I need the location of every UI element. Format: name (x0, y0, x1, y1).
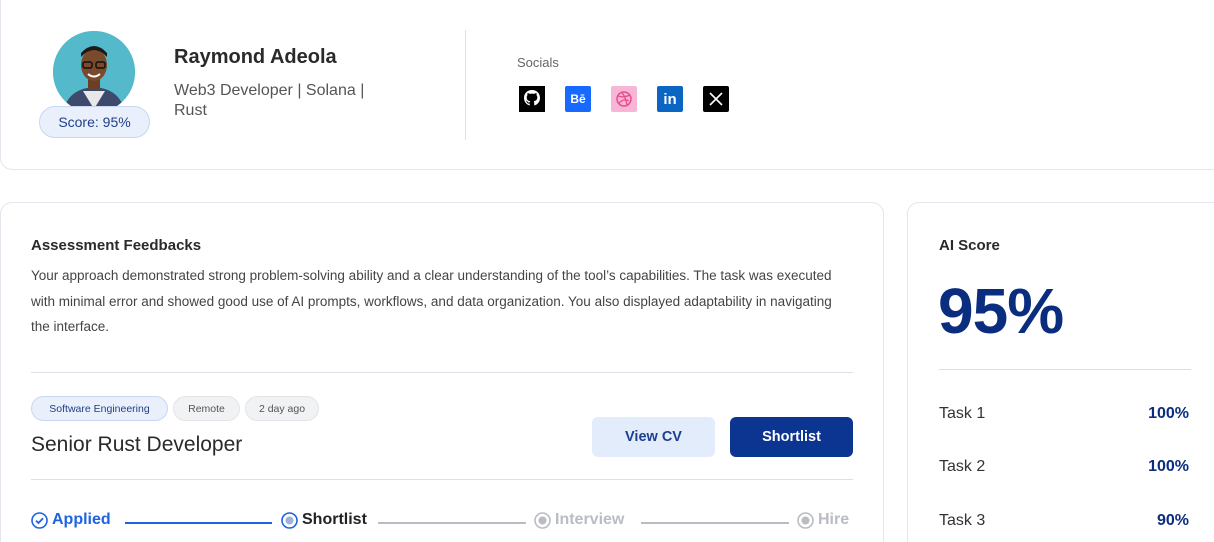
step-shortlist[interactable]: Shortlist (281, 511, 367, 529)
github-icon[interactable] (519, 86, 545, 112)
socials-label: Socials (517, 55, 559, 70)
step-interview[interactable]: Interview (534, 511, 624, 529)
linkedin-glyph: in (663, 90, 677, 108)
divider (31, 479, 853, 480)
current-step-icon (281, 511, 298, 529)
task-score: 90% (1156, 512, 1189, 529)
view-cv-button[interactable]: View CV (592, 417, 715, 457)
step-label: Shortlist (302, 511, 367, 528)
dribbble-icon[interactable] (611, 86, 637, 112)
step-hire[interactable]: Hire (797, 511, 849, 529)
profile-divider (465, 30, 466, 140)
pending-step-icon (534, 511, 551, 529)
job-title: Senior Rust Developer (31, 433, 243, 456)
assessment-feedback: Your approach demonstrated strong proble… (31, 268, 832, 334)
ai-score-value: 95% (938, 275, 1064, 347)
task-score: 100% (1148, 405, 1189, 422)
ai-score-title: AI Score (939, 237, 1000, 254)
task-label: Task 2 (939, 458, 986, 475)
linkedin-icon[interactable]: in (657, 86, 683, 112)
behance-icon[interactable]: Bē (565, 86, 591, 112)
check-circle-icon (31, 511, 48, 529)
step-label: Interview (555, 511, 625, 528)
pending-step-icon (797, 511, 814, 529)
divider (31, 372, 853, 373)
step-applied[interactable]: Applied (31, 511, 111, 529)
tag-remote: Remote (173, 396, 240, 421)
shortlist-button[interactable]: Shortlist (730, 417, 853, 457)
behance-glyph: Bē (570, 92, 586, 106)
avatar (53, 31, 135, 113)
assessment-title: Assessment Feedbacks (31, 237, 202, 254)
task-label: Task 3 (939, 512, 986, 529)
candidate-role: Web3 Developer | Solana | Rust (174, 82, 365, 119)
task-score: 100% (1148, 458, 1189, 475)
step-connector (641, 522, 789, 524)
step-label: Hire (818, 511, 850, 528)
tag-posted-date: 2 day ago (245, 396, 319, 421)
step-label: Applied (52, 511, 111, 528)
score-badge: Score: 95% (39, 106, 150, 138)
avatar-image (53, 31, 135, 113)
step-connector (125, 522, 272, 524)
task-label: Task 1 (939, 405, 986, 422)
candidate-name: Raymond Adeola (174, 46, 337, 68)
x-icon[interactable] (703, 86, 729, 112)
tag-software-engineering: Software Engineering (31, 396, 168, 421)
step-connector (378, 522, 526, 524)
divider (939, 369, 1191, 370)
